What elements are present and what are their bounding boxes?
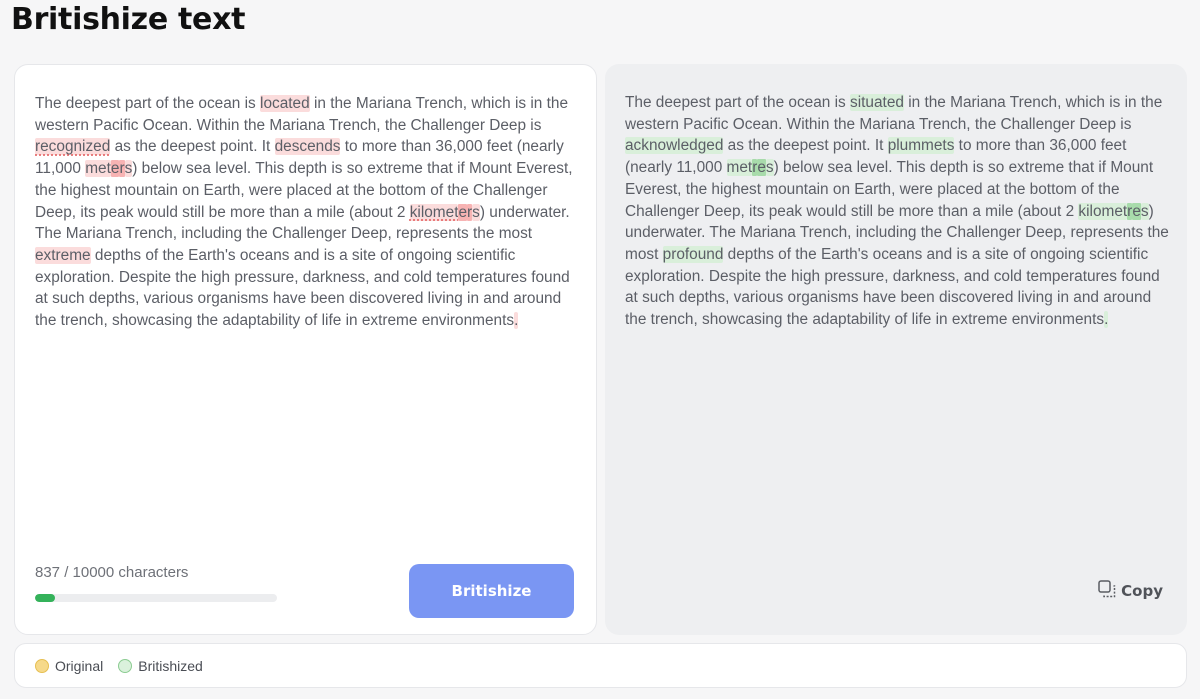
highlighted-change: kilomet — [409, 203, 459, 221]
copy-label: Copy — [1121, 582, 1163, 600]
text-segment: The deepest part of the ocean is — [625, 94, 851, 111]
page-title: Britishize text — [11, 2, 246, 37]
character-progress-bar — [35, 594, 277, 602]
highlighted-change: recognized — [35, 138, 111, 156]
original-text-panel[interactable]: The deepest part of the ocean is located… — [14, 64, 597, 635]
britishized-swatch — [118, 658, 133, 673]
character-count: 837 / 10000 characters — [35, 564, 189, 581]
text-segment: depths of the Earth's oceans and is a si… — [35, 246, 570, 330]
legend-britishized-label: Britishized — [138, 657, 203, 674]
britishize-button[interactable]: Britishize — [409, 564, 574, 618]
highlighted-change: located — [260, 95, 310, 112]
britishized-text-panel: The deepest part of the ocean is situate… — [605, 64, 1187, 635]
highlighted-change: s — [1140, 202, 1149, 220]
original-swatch — [35, 658, 49, 673]
original-text[interactable]: The deepest part of the ocean is located… — [35, 93, 580, 332]
highlighted-change: met — [85, 160, 111, 178]
highlighted-change: descends — [274, 138, 341, 156]
copy-button[interactable]: Copy — [1097, 579, 1163, 603]
highlighted-change: . — [1104, 311, 1109, 329]
highlighted-change: met — [726, 159, 753, 177]
highlighted-change: e — [458, 203, 468, 221]
copy-icon — [1097, 579, 1117, 603]
highlighted-change: extreme — [35, 246, 91, 264]
britishized-text: The deepest part of the ocean is situate… — [625, 92, 1173, 331]
legend: Original Britishized — [14, 643, 1187, 688]
highlighted-change: kilomet — [1078, 202, 1128, 220]
highlighted-change: situated — [850, 94, 904, 111]
highlighted-change: s — [472, 203, 480, 221]
text-segment: The deepest part of the ocean is — [35, 95, 261, 112]
highlighted-change: e — [757, 159, 766, 177]
highlighted-change: profound — [662, 245, 724, 263]
highlighted-change: plummets — [887, 137, 955, 155]
text-segment: as the deepest point. It — [723, 137, 888, 155]
character-progress-fill — [35, 594, 56, 602]
highlighted-change: r — [119, 160, 125, 178]
highlighted-change: s — [765, 159, 774, 177]
highlighted-change: acknowledged — [625, 137, 724, 155]
highlighted-change: e — [1132, 202, 1141, 220]
legend-item-original: Original — [35, 658, 103, 674]
legend-item-britishized: Britishized — [118, 658, 203, 674]
highlighted-change: . — [514, 312, 519, 330]
text-segment: as the deepest point. It — [110, 138, 275, 156]
legend-original-label: Original — [55, 657, 104, 674]
